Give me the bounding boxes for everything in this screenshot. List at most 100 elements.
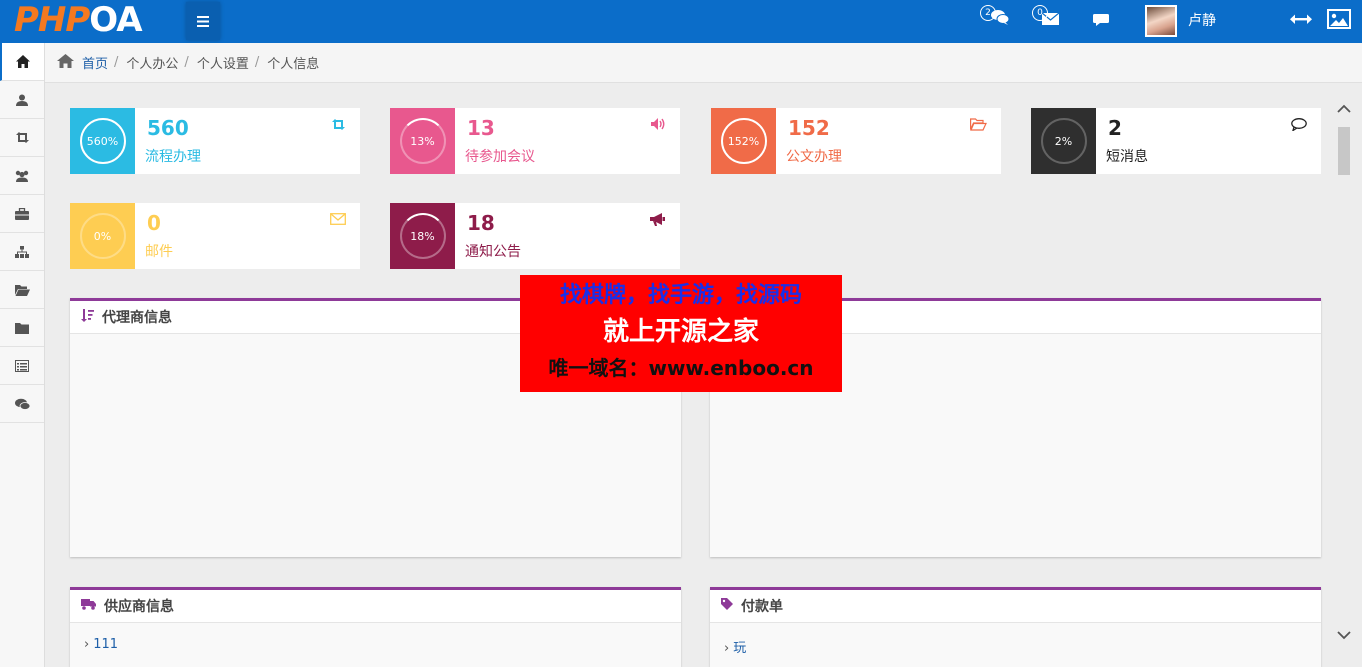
progress-ring: 152%: [720, 118, 767, 164]
breadcrumb-item: 个人办公: [126, 57, 179, 72]
scroll-up-icon[interactable]: [1336, 103, 1352, 119]
progress-ring: 0%: [79, 213, 126, 259]
card-label: 邮件: [145, 244, 173, 260]
card-label: 通知公告: [465, 244, 521, 260]
stat-card-workflow[interactable]: 560% 560 流程办理: [70, 108, 360, 174]
mail-count-badge: 0: [1032, 5, 1048, 21]
watermark-line-2: 就上开源之家: [602, 317, 759, 347]
logo-php-text: PHP: [14, 0, 90, 40]
watermark-banner: 找棋牌，找手游，找源码 就上开源之家 唯一域名：www.enboo.cn: [520, 275, 842, 392]
card-icon-box: 0%: [70, 203, 135, 269]
chevron-right-icon: ›: [724, 641, 730, 656]
sort-amount-icon: [81, 308, 94, 326]
breadcrumb: 首页 / 个人办公 / 个人设置 / 个人信息: [45, 43, 1362, 83]
retweet-icon: [15, 132, 29, 143]
envelope-icon: [330, 213, 346, 229]
chevron-right-icon: ›: [84, 637, 90, 652]
chat-count-badge: 2: [980, 5, 996, 21]
card-icon-box: 152%: [711, 108, 776, 174]
wallpaper-button[interactable]: [1327, 9, 1351, 33]
user-icon: [16, 94, 28, 106]
mail-notification-button[interactable]: 0: [1032, 5, 1060, 32]
panel-header: 供应商信息: [70, 590, 681, 623]
supplier-info-panel: 供应商信息 › 111: [70, 587, 681, 667]
sidebar-item-user[interactable]: [0, 81, 44, 119]
sidebar-item-home[interactable]: [0, 43, 44, 81]
users-icon: [15, 170, 29, 182]
stat-card-documents[interactable]: 152% 152 公文办理: [711, 108, 1001, 174]
stat-card-announcements[interactable]: 18% 18 通知公告: [390, 203, 680, 269]
scrollbar-thumb[interactable]: [1338, 127, 1350, 175]
breadcrumb-item: 个人设置: [196, 57, 249, 72]
watermark-line-1: 找棋牌，找手游，找源码: [559, 283, 802, 308]
card-label: 流程办理: [145, 149, 201, 165]
list-item[interactable]: › 111: [70, 623, 681, 652]
sidebar-item-organization[interactable]: [0, 233, 44, 271]
sidebar-item-list[interactable]: [0, 347, 44, 385]
progress-ring: 13%: [399, 118, 446, 164]
logo-oa-text: OA: [89, 0, 142, 40]
vertical-scrollbar[interactable]: [1336, 103, 1352, 651]
retweet-icon: [331, 118, 346, 134]
menu-toggle-button[interactable]: [186, 2, 220, 40]
sitemap-icon: [15, 245, 29, 258]
folder-icon: [15, 322, 29, 334]
home-icon: [16, 55, 30, 68]
progress-ring: 2%: [1040, 118, 1087, 164]
tag-icon: [721, 598, 733, 614]
sidebar-item-groups[interactable]: [0, 157, 44, 195]
panel-title: 付款单: [741, 599, 783, 615]
payment-panel: 付款单 › 玩: [710, 587, 1321, 667]
folder-open-icon: [14, 284, 30, 296]
breadcrumb-home-link[interactable]: 首页: [82, 53, 108, 72]
sidebar-item-chat[interactable]: [0, 385, 44, 423]
breadcrumb-item: 个人信息: [267, 57, 320, 72]
user-avatar[interactable]: [1145, 5, 1177, 37]
scroll-down-icon[interactable]: [1336, 629, 1352, 645]
breadcrumb-separator: /: [184, 55, 189, 70]
card-icon-box: 560%: [70, 108, 135, 174]
panel-header: 付款单: [710, 590, 1321, 623]
stat-card-meetings[interactable]: 13% 13 待参加会议: [390, 108, 680, 174]
sidebar: [0, 43, 45, 667]
truck-icon: [81, 598, 96, 614]
app-logo[interactable]: PHPOA: [14, 0, 143, 40]
list-item[interactable]: › 玩: [710, 623, 1321, 656]
briefcase-icon: [15, 207, 29, 220]
card-label: 短消息: [1106, 149, 1148, 165]
top-navbar: PHPOA 2 0 卢静: [0, 0, 1362, 43]
card-value: 13: [467, 116, 495, 140]
sidebar-item-files[interactable]: [0, 309, 44, 347]
bullhorn-icon: [650, 213, 666, 230]
message-button[interactable]: [1093, 8, 1109, 32]
stat-card-messages[interactable]: 2% 2 短消息: [1031, 108, 1321, 174]
card-value: 2: [1108, 116, 1122, 140]
fullscreen-toggle-button[interactable]: [1290, 10, 1312, 34]
chat-notification-button[interactable]: 2: [980, 5, 1010, 32]
progress-ring: 560%: [79, 118, 126, 164]
arrows-horizontal-icon: [1290, 14, 1312, 24]
card-value: 0: [147, 211, 161, 235]
volume-icon: [651, 118, 666, 134]
panel-title: 代理商信息: [102, 310, 172, 326]
folder-open-icon: [970, 118, 987, 135]
card-value: 18: [467, 211, 495, 235]
card-value: 152: [788, 116, 830, 140]
comments-icon: [14, 398, 30, 410]
card-icon-box: 18%: [390, 203, 455, 269]
card-label: 公文办理: [786, 149, 842, 165]
username-label[interactable]: 卢静: [1188, 10, 1216, 30]
sidebar-item-documents[interactable]: [0, 271, 44, 309]
breadcrumb-separator: /: [114, 55, 119, 70]
list-item-text: 玩: [733, 641, 747, 656]
sidebar-item-office[interactable]: [0, 195, 44, 233]
hamburger-icon: [197, 15, 209, 27]
comment-icon: [1093, 14, 1109, 26]
card-icon-box: 13%: [390, 108, 455, 174]
panel-title: 供应商信息: [104, 599, 174, 615]
sidebar-item-workflow[interactable]: [0, 119, 44, 157]
progress-ring: 18%: [399, 213, 446, 259]
breadcrumb-separator: /: [254, 55, 260, 70]
list-alt-icon: [15, 359, 29, 372]
stat-card-mail[interactable]: 0% 0 邮件: [70, 203, 360, 269]
